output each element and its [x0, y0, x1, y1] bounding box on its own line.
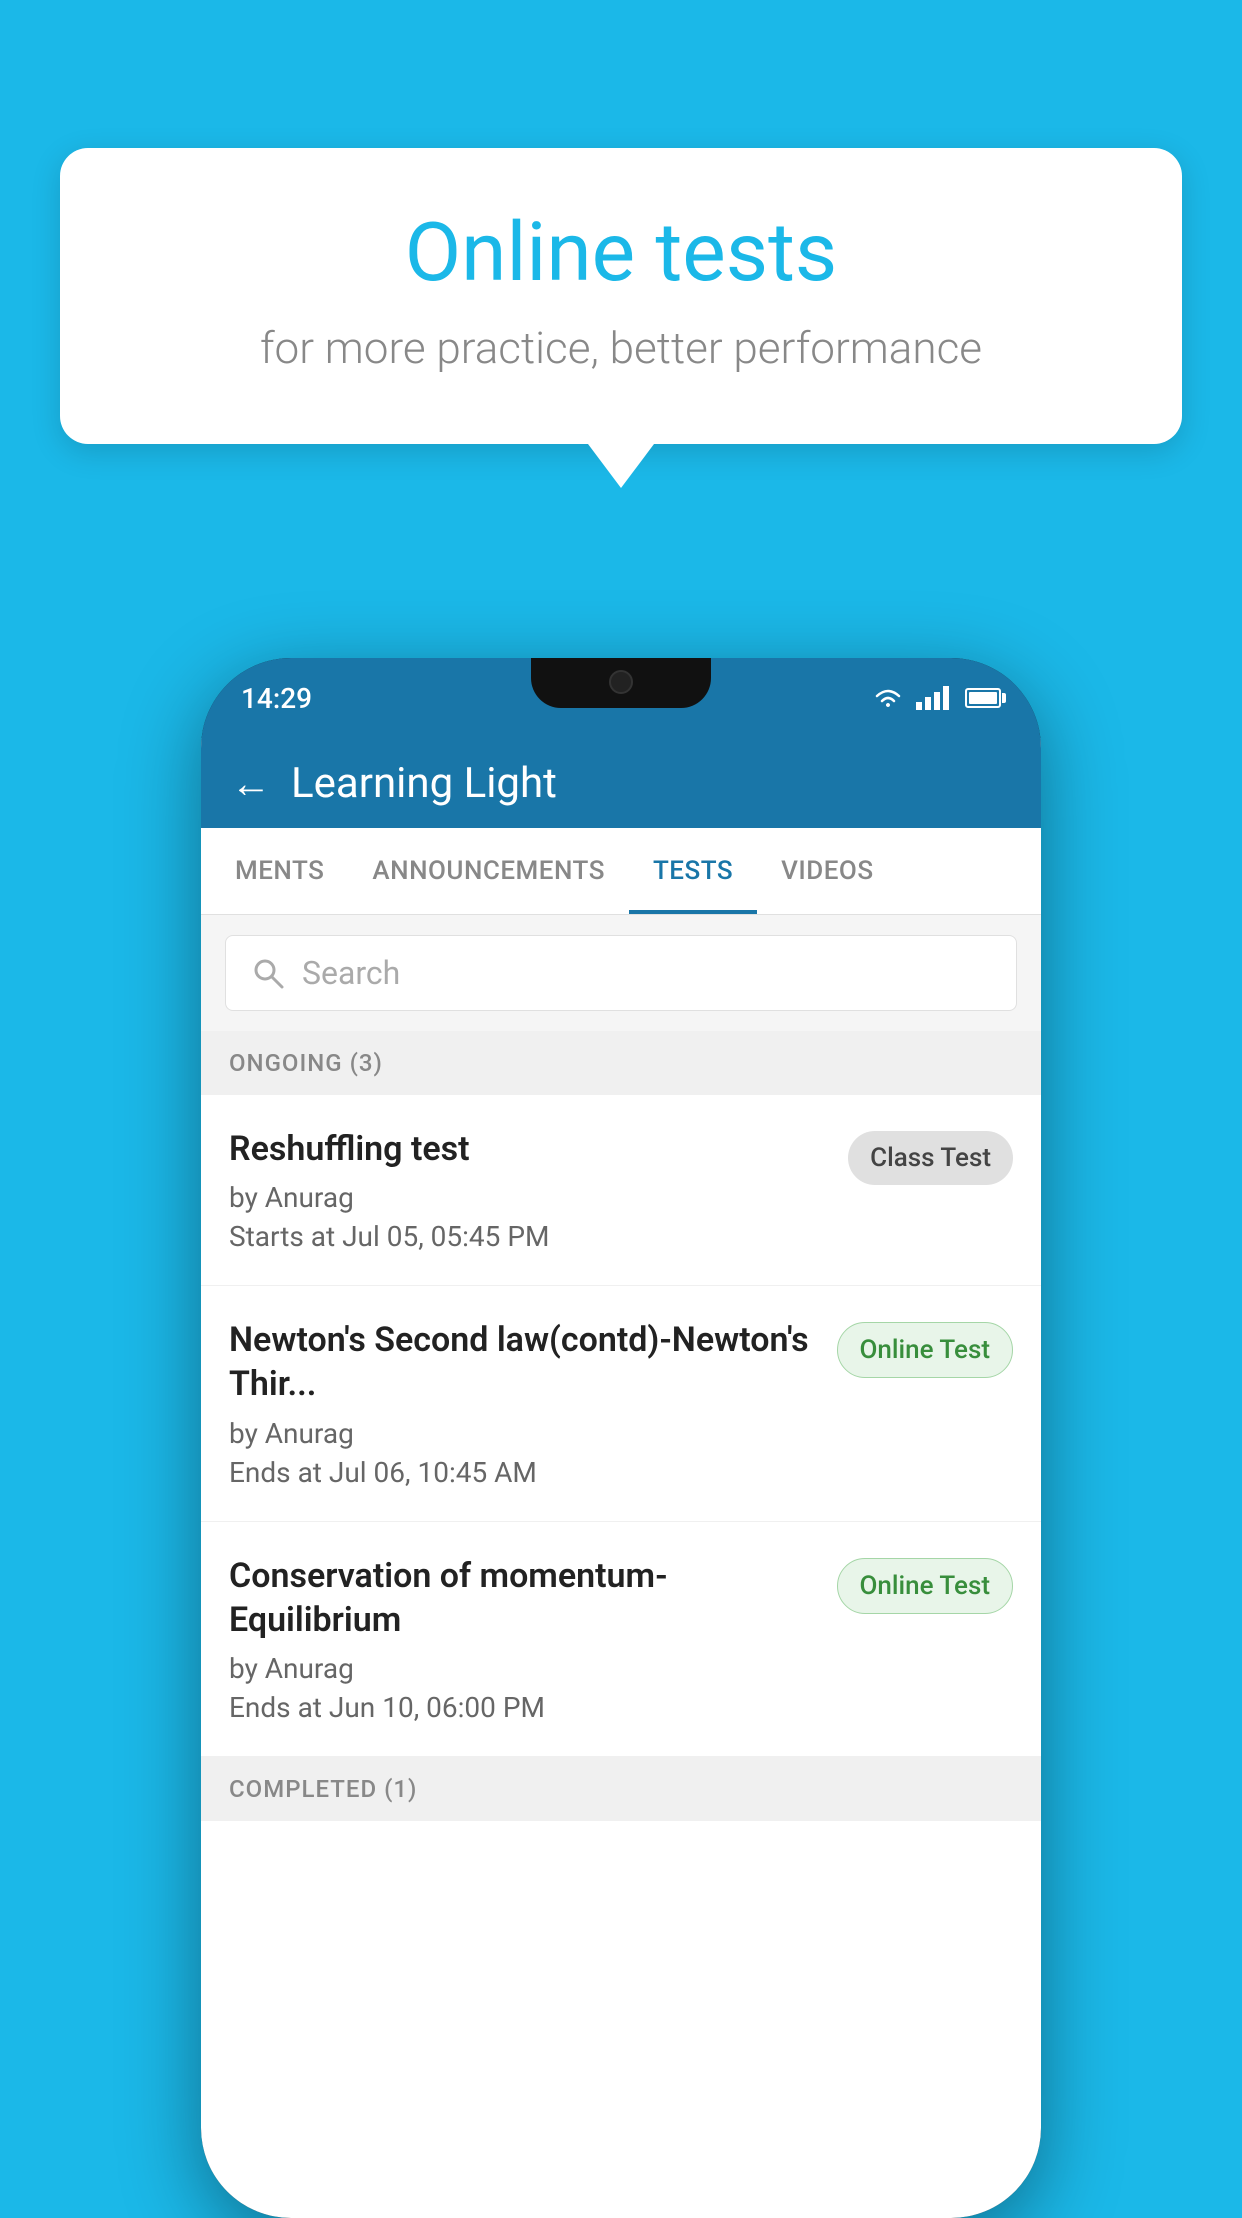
test-info: Newton's Second law(contd)-Newton's Thir… [229, 1318, 821, 1488]
app-title: Learning Light [291, 759, 557, 808]
battery-icon [965, 688, 1001, 708]
test-item[interactable]: Reshuffling test by Anurag Starts at Jul… [201, 1095, 1041, 1286]
tab-ments[interactable]: MENTS [211, 828, 348, 914]
bubble-title: Online tests [140, 208, 1102, 298]
phone-frame: 14:29 ← Learning Light [201, 658, 1041, 2218]
test-badge-online: Online Test [837, 1322, 1014, 1378]
phone-notch [531, 658, 711, 708]
test-info: Reshuffling test by Anurag Starts at Jul… [229, 1127, 832, 1253]
test-time: Starts at Jul 05, 05:45 PM [229, 1220, 832, 1253]
test-badge-class: Class Test [848, 1131, 1013, 1185]
test-info: Conservation of momentum-Equilibrium by … [229, 1554, 821, 1724]
test-name: Newton's Second law(contd)-Newton's Thir… [229, 1318, 821, 1406]
test-by: by Anurag [229, 1652, 821, 1685]
test-time: Ends at Jul 06, 10:45 AM [229, 1456, 821, 1489]
status-time: 14:29 [241, 682, 312, 715]
tab-bar: MENTS ANNOUNCEMENTS TESTS VIDEOS [201, 828, 1041, 915]
test-by: by Anurag [229, 1417, 821, 1450]
bubble-subtitle: for more practice, better performance [140, 322, 1102, 374]
search-container: Search [201, 915, 1041, 1031]
signal-icon [916, 686, 949, 710]
front-camera [609, 670, 633, 694]
back-button[interactable]: ← [231, 760, 271, 807]
test-item[interactable]: Newton's Second law(contd)-Newton's Thir… [201, 1286, 1041, 1521]
ongoing-section-label: ONGOING (3) [201, 1031, 1041, 1095]
search-icon [250, 955, 286, 991]
test-name: Conservation of momentum-Equilibrium [229, 1554, 821, 1642]
wifi-icon [872, 685, 904, 711]
test-item[interactable]: Conservation of momentum-Equilibrium by … [201, 1522, 1041, 1757]
test-name: Reshuffling test [229, 1127, 832, 1171]
tab-announcements[interactable]: ANNOUNCEMENTS [348, 828, 629, 914]
test-by: by Anurag [229, 1181, 832, 1214]
search-placeholder: Search [302, 954, 400, 992]
tab-tests[interactable]: TESTS [629, 828, 757, 914]
test-time: Ends at Jun 10, 06:00 PM [229, 1691, 821, 1724]
search-bar[interactable]: Search [225, 935, 1017, 1011]
app-header: ← Learning Light [201, 738, 1041, 828]
completed-section-label: COMPLETED (1) [201, 1757, 1041, 1821]
speech-bubble: Online tests for more practice, better p… [60, 148, 1182, 444]
test-list: Reshuffling test by Anurag Starts at Jul… [201, 1095, 1041, 1757]
tab-videos[interactable]: VIDEOS [757, 828, 897, 914]
status-icons [872, 685, 1001, 711]
test-badge-online: Online Test [837, 1558, 1014, 1614]
phone-screen: ← Learning Light MENTS ANNOUNCEMENTS TES… [201, 738, 1041, 2218]
